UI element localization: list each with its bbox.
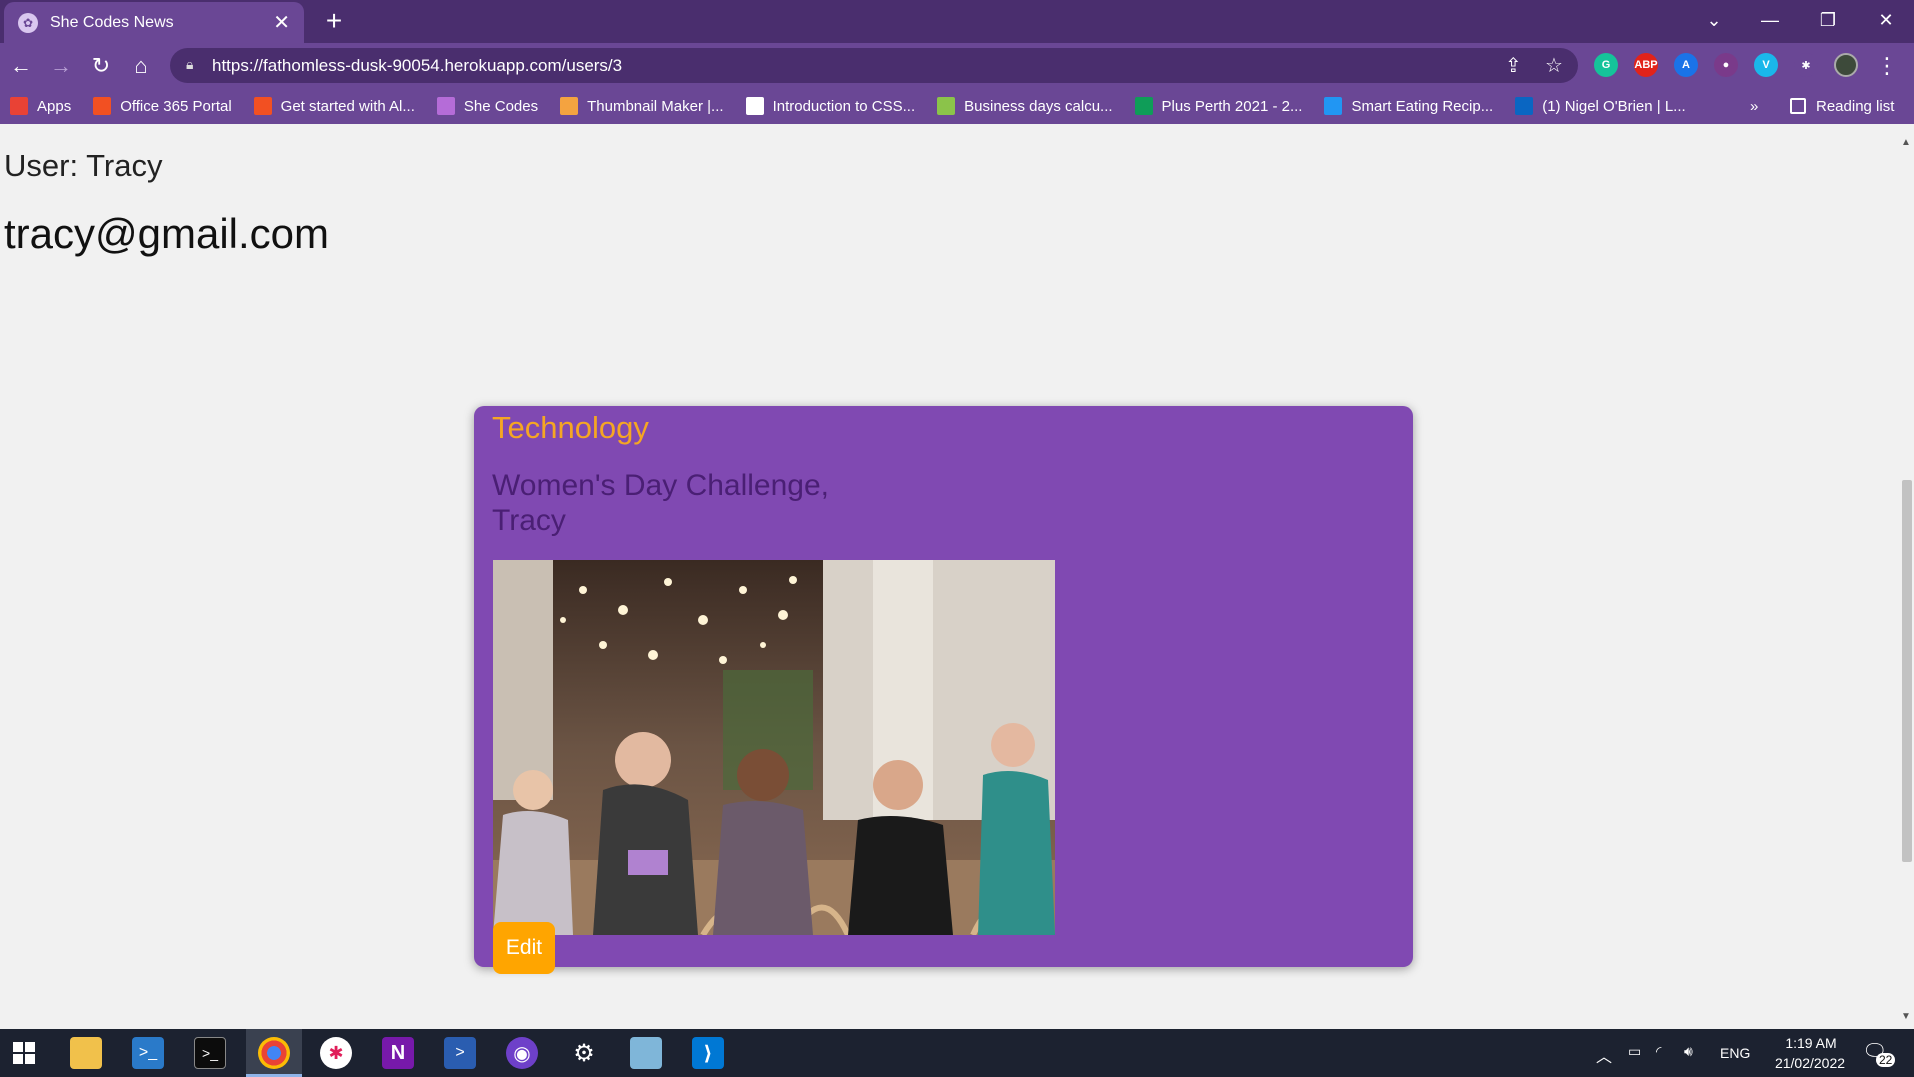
powershell-icon[interactable]: >_	[132, 1037, 164, 1069]
lock-icon[interactable]: 🔒︎	[186, 56, 193, 73]
bookmarks-bar: Apps Office 365 Portal Get started with Al…	[0, 88, 1914, 124]
start-icon[interactable]	[8, 1037, 40, 1069]
story-title[interactable]: Women's Day Challenge, Tracy	[492, 468, 892, 538]
github-desktop-icon[interactable]: ◉	[506, 1037, 538, 1069]
bookmark-favicon-icon	[560, 97, 579, 115]
back-icon[interactable]: ←	[6, 51, 36, 81]
bookmark-label: Introduction to CSS...	[772, 97, 916, 115]
home-icon[interactable]: ⌂	[126, 51, 156, 81]
forward-icon[interactable]: →	[46, 51, 76, 81]
vscode-icon[interactable]: ⟩	[692, 1037, 724, 1069]
profile-avatar[interactable]	[1834, 53, 1858, 77]
edit-button[interactable]: Edit	[493, 922, 555, 974]
clock-date[interactable]: 21/02/2022	[1764, 1055, 1856, 1071]
screen-recorder-icon[interactable]: ●	[1714, 53, 1738, 77]
bookmark-favicon-icon	[937, 97, 956, 115]
browser-tab[interactable]: ✿ She Codes News ✕	[4, 2, 304, 43]
story-image[interactable]	[493, 560, 1055, 935]
close-window-icon[interactable]: ✕	[1858, 0, 1914, 40]
clock-time[interactable]: 1:19 AM	[1776, 1035, 1846, 1051]
page-scrollbar[interactable]: ▲ ▼	[1898, 124, 1914, 1029]
bookmark-label: Apps	[37, 97, 72, 115]
more-menu-icon[interactable]: ⋮	[1872, 51, 1902, 81]
onenote-icon[interactable]: N	[382, 1037, 414, 1069]
reading-list-button[interactable]: Reading list	[1790, 88, 1894, 124]
tab-search-icon[interactable]: ⌄	[1686, 0, 1742, 40]
browser-toolbar: ← → ↻ ⌂ 🔒︎ https://fathomless-dusk-90054…	[0, 43, 1914, 88]
tab-strip: ✿ She Codes News ✕ + ⌄ — ❐ ✕	[0, 0, 1914, 43]
restore-icon[interactable]: ❐	[1800, 0, 1856, 40]
new-tab-button[interactable]: +	[318, 6, 350, 38]
url-text[interactable]: https://fathomless-dusk-90054.herokuapp.…	[212, 56, 622, 76]
reading-list-label: Reading list	[1816, 97, 1895, 115]
tray-chevron-icon[interactable]: ︿	[1596, 1043, 1612, 1067]
notification-count: 22	[1876, 1053, 1896, 1067]
bookmark-favicon-icon	[436, 97, 455, 115]
bookmark-item[interactable]: Thumbnail Maker |...	[560, 97, 724, 115]
address-bar[interactable]: 🔒︎ https://fathomless-dusk-90054.herokua…	[170, 48, 1578, 83]
puzzle-extensions-icon[interactable]: ✱	[1794, 53, 1818, 77]
bookmark-label: Smart Eating Recip...	[1351, 97, 1494, 115]
bookmark-item[interactable]: Introduction to CSS...	[745, 97, 916, 115]
bookmark-label: (1) Nigel O'Brien | L...	[1542, 97, 1686, 115]
powershell-ise-icon[interactable]: >	[444, 1037, 476, 1069]
file-explorer-icon[interactable]	[70, 1037, 102, 1069]
settings-icon[interactable]: ⚙	[568, 1037, 600, 1069]
bookmark-item[interactable]: Apps	[10, 97, 71, 115]
windows-taskbar: >_ >_ ✱ N > ◉ ⚙ ⟩ ︿ ▭ ◜ 🔊︎ ENG 1:19 AM 2…	[0, 1029, 1914, 1077]
bookmark-favicon-icon	[1324, 97, 1343, 115]
bookmark-item[interactable]: Plus Perth 2021 - 2...	[1134, 97, 1303, 115]
tab-close-icon[interactable]: ✕	[273, 13, 290, 33]
bookmark-star-icon[interactable]: ☆	[1545, 53, 1563, 78]
extension-blue-icon[interactable]: A	[1674, 53, 1698, 77]
battery-icon[interactable]: ▭	[1628, 1043, 1641, 1060]
page-content: User: Tracy tracy@gmail.com Technology W…	[0, 124, 1898, 1029]
bookmark-favicon-icon	[253, 97, 272, 115]
vimeo-icon[interactable]: V	[1754, 53, 1778, 77]
wifi-icon[interactable]: ◜	[1656, 1043, 1661, 1060]
chrome-icon[interactable]	[258, 1037, 290, 1069]
she-codes-favicon-icon: ✿	[18, 12, 38, 33]
slack-icon[interactable]: ✱	[320, 1037, 352, 1069]
terminal-icon[interactable]: >_	[194, 1037, 226, 1069]
language-indicator[interactable]: ENG	[1720, 1045, 1750, 1061]
notepad-icon[interactable]	[630, 1037, 662, 1069]
bookmark-item[interactable]: Smart Eating Recip...	[1324, 97, 1493, 115]
bookmark-label: Plus Perth 2021 - 2...	[1161, 97, 1303, 115]
bookmark-favicon-icon	[745, 97, 764, 115]
reading-list-icon	[1790, 98, 1806, 114]
grammarly-icon[interactable]: G	[1594, 53, 1618, 77]
bookmarks-overflow-icon[interactable]: »	[1750, 88, 1758, 124]
bookmark-favicon-icon	[1515, 97, 1534, 115]
scrollbar-thumb[interactable]	[1902, 480, 1912, 862]
adblock-plus-icon[interactable]: ABP	[1634, 53, 1658, 77]
bookmark-item[interactable]: Office 365 Portal	[93, 97, 232, 115]
reload-icon[interactable]: ↻	[86, 51, 116, 81]
bookmark-label: Business days calcu...	[964, 97, 1113, 115]
bookmark-item[interactable]: Business days calcu...	[937, 97, 1113, 115]
bookmark-item[interactable]: (1) Nigel O'Brien | L...	[1515, 97, 1686, 115]
scroll-down-icon[interactable]: ▼	[1901, 1012, 1911, 1022]
scroll-up-icon[interactable]: ▲	[1901, 138, 1911, 148]
volume-icon[interactable]: 🔊︎	[1684, 1043, 1693, 1060]
bookmark-item[interactable]: She Codes	[436, 97, 539, 115]
bookmark-label: Get started with Al...	[280, 97, 415, 115]
minimize-icon[interactable]: —	[1742, 0, 1798, 40]
user-email: tracy@gmail.com	[4, 210, 330, 257]
story-category: Technology	[492, 410, 649, 445]
bookmark-label: Office 365 Portal	[120, 97, 232, 115]
bookmark-label: She Codes	[463, 97, 539, 115]
bookmark-favicon-icon	[93, 97, 112, 115]
story-card[interactable]: Technology Women's Day Challenge, Tracy	[474, 406, 1413, 974]
bookmark-favicon-icon	[10, 97, 28, 115]
bookmark-item[interactable]: Get started with Al...	[253, 97, 415, 115]
user-heading: User: Tracy	[4, 148, 163, 183]
tab-title: She Codes News	[50, 13, 174, 31]
share-icon[interactable]: ⇪	[1505, 53, 1522, 78]
bookmark-label: Thumbnail Maker |...	[587, 97, 724, 115]
bookmark-favicon-icon	[1134, 97, 1153, 115]
